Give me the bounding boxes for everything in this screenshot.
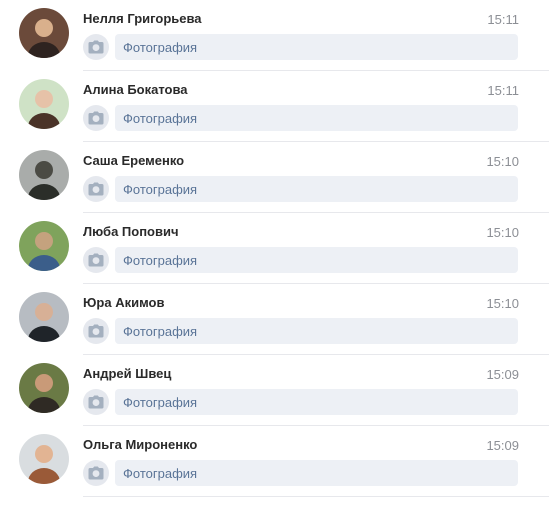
contact-name[interactable]: Юра Акимов (83, 295, 164, 310)
contact-name[interactable]: Люба Попович (83, 224, 179, 239)
dialog-list: Нелля Григорьева 15:11 Фотография Алина … (0, 0, 549, 513)
dialog-row[interactable]: Юра Акимов 15:10 Фотография (0, 284, 549, 355)
attachment-bubble[interactable]: Фотография (115, 247, 518, 273)
attachment-label: Фотография (123, 253, 198, 268)
avatar[interactable] (19, 292, 69, 342)
dialog-row[interactable]: Ольга Мироненко 15:09 Фотография (0, 426, 549, 497)
message-time: 15:09 (486, 367, 519, 382)
attachment-label: Фотография (123, 40, 198, 55)
avatar[interactable] (19, 150, 69, 200)
message-time: 15:10 (486, 296, 519, 311)
message-time: 15:10 (486, 225, 519, 240)
attachment-bubble[interactable]: Фотография (115, 176, 518, 202)
attachment-label: Фотография (123, 466, 198, 481)
attachment-bubble[interactable]: Фотография (115, 105, 518, 131)
contact-name[interactable]: Алина Бокатова (83, 82, 188, 97)
contact-name[interactable]: Саша Еременко (83, 153, 184, 168)
attachment-bubble[interactable]: Фотография (115, 389, 518, 415)
attachment-label: Фотография (123, 111, 198, 126)
dialog-row[interactable]: Андрей Швец 15:09 Фотография (0, 355, 549, 426)
message-preview[interactable]: Фотография (83, 176, 518, 202)
attachment-label: Фотография (123, 395, 198, 410)
dialog-row[interactable]: Саша Еременко 15:10 Фотография (0, 142, 549, 213)
camera-icon (83, 247, 109, 273)
camera-icon (83, 105, 109, 131)
message-time: 15:11 (487, 12, 519, 27)
dialog-row[interactable]: Нелля Григорьева 15:11 Фотография (0, 0, 549, 71)
message-time: 15:09 (486, 438, 519, 453)
avatar[interactable] (19, 221, 69, 271)
contact-name[interactable]: Нелля Григорьева (83, 11, 202, 26)
camera-icon (83, 318, 109, 344)
message-preview[interactable]: Фотография (83, 247, 518, 273)
dialog-row[interactable]: Люба Попович 15:10 Фотография (0, 213, 549, 284)
message-preview[interactable]: Фотография (83, 460, 518, 486)
dialog-row[interactable]: Алина Бокатова 15:11 Фотография (0, 71, 549, 142)
attachment-bubble[interactable]: Фотография (115, 460, 518, 486)
message-preview[interactable]: Фотография (83, 105, 518, 131)
message-time: 15:10 (486, 154, 519, 169)
message-preview[interactable]: Фотография (83, 34, 518, 60)
attachment-label: Фотография (123, 324, 198, 339)
message-time: 15:11 (487, 83, 519, 98)
contact-name[interactable]: Ольга Мироненко (83, 437, 197, 452)
contact-name[interactable]: Андрей Швец (83, 366, 171, 381)
camera-icon (83, 34, 109, 60)
attachment-bubble[interactable]: Фотография (115, 318, 518, 344)
avatar[interactable] (19, 8, 69, 58)
attachment-bubble[interactable]: Фотография (115, 34, 518, 60)
message-preview[interactable]: Фотография (83, 318, 518, 344)
avatar[interactable] (19, 363, 69, 413)
message-preview[interactable]: Фотография (83, 389, 518, 415)
camera-icon (83, 389, 109, 415)
divider (83, 496, 549, 497)
camera-icon (83, 460, 109, 486)
avatar[interactable] (19, 79, 69, 129)
avatar[interactable] (19, 434, 69, 484)
camera-icon (83, 176, 109, 202)
attachment-label: Фотография (123, 182, 198, 197)
